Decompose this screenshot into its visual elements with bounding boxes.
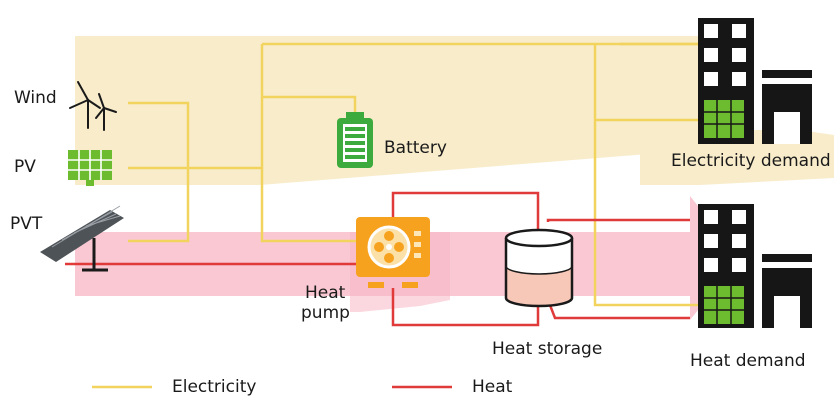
battery-icon bbox=[337, 112, 373, 168]
heat-demand-building-icon bbox=[698, 204, 812, 328]
pvt-label: PVT bbox=[10, 214, 43, 234]
energy-system-diagram: Wind PV PVT Battery Heat pump Heat stora… bbox=[0, 0, 834, 408]
heat-demand-label: Heat demand bbox=[690, 351, 806, 371]
battery-label: Battery bbox=[384, 138, 447, 158]
legend-electricity-label: Electricity bbox=[172, 377, 257, 397]
heat-storage-tank-icon bbox=[504, 228, 574, 308]
pv-label: PV bbox=[14, 157, 36, 177]
heat-pump-label-line2: pump bbox=[301, 303, 350, 323]
diagram-canvas bbox=[40, 18, 834, 389]
wind-label: Wind bbox=[14, 88, 57, 108]
electricity-demand-building-icon bbox=[698, 18, 812, 144]
heat-demand-top-feed bbox=[546, 218, 690, 222]
heat-pump-label-line1: Heat bbox=[305, 283, 346, 303]
heat-demand-bottom-feed bbox=[546, 299, 690, 320]
legend-heat-label: Heat bbox=[472, 377, 513, 397]
electricity-demand-label: Electricity demand bbox=[671, 151, 831, 171]
heat-storage-label: Heat storage bbox=[492, 339, 603, 359]
